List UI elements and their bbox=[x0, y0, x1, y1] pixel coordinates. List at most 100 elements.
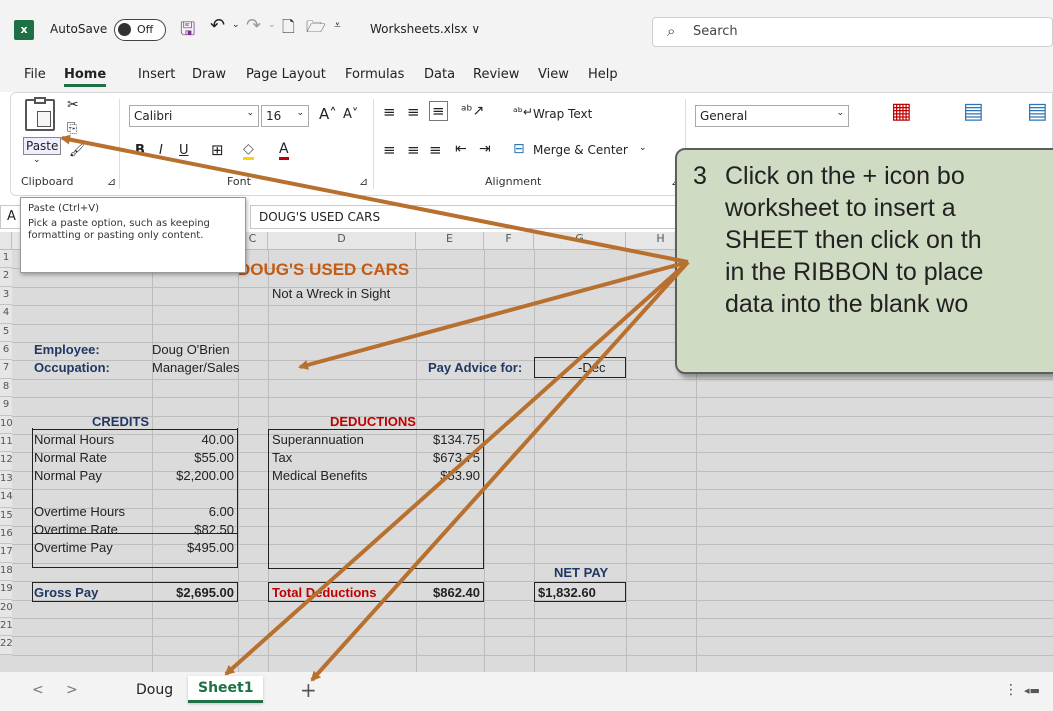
pay-advice-date: -Dec bbox=[578, 360, 606, 375]
font-launcher-icon[interactable]: ⊿ bbox=[359, 175, 368, 188]
bold-icon[interactable]: B bbox=[135, 143, 145, 158]
tab-data[interactable]: Data bbox=[424, 67, 455, 82]
cut-icon[interactable]: ✂ bbox=[67, 97, 79, 113]
orientation-icon[interactable]: ᵃᵇ↗ bbox=[461, 103, 484, 119]
customize-toolbar-icon[interactable]: ⩡ bbox=[334, 18, 341, 33]
sheet-tab-doug[interactable]: Doug bbox=[136, 682, 173, 698]
merge-center-button[interactable]: Merge & Center bbox=[533, 143, 628, 157]
format-painter-icon[interactable]: 🖌 bbox=[69, 143, 86, 158]
row-header-9[interactable]: 9 bbox=[0, 397, 12, 416]
row-header-11[interactable]: 11 bbox=[0, 434, 13, 453]
column-header-e[interactable]: E bbox=[416, 232, 484, 250]
paste-button[interactable]: Paste bbox=[23, 137, 62, 155]
redo-icon[interactable]: ↷ bbox=[246, 15, 261, 36]
paste-dropdown-icon[interactable]: ⌄ bbox=[33, 155, 41, 165]
row-header-5[interactable]: 5 bbox=[0, 323, 12, 342]
row-header-19[interactable]: 19 bbox=[0, 581, 13, 600]
row-header-1[interactable]: 1 bbox=[0, 250, 12, 269]
column-header-f[interactable]: F bbox=[484, 232, 534, 250]
font-color-icon[interactable]: A bbox=[279, 141, 289, 160]
tab-review[interactable]: Review bbox=[473, 67, 519, 82]
font-size-combo[interactable]: 16 ⌄ bbox=[261, 105, 309, 127]
next-sheet-button[interactable]: > bbox=[66, 682, 78, 698]
row-header-21[interactable]: 21 bbox=[0, 618, 13, 637]
cell-styles-icon[interactable]: ▤ bbox=[1027, 99, 1048, 124]
scroll-left-icon[interactable]: ◂▬ bbox=[1024, 684, 1040, 697]
save-icon[interactable]: 🖫 bbox=[180, 17, 195, 47]
row-header-15[interactable]: 15 bbox=[0, 507, 13, 526]
row-header-22[interactable]: 22 bbox=[0, 636, 13, 655]
select-all[interactable] bbox=[0, 232, 12, 250]
row-header-17[interactable]: 17 bbox=[0, 544, 13, 563]
row-header-20[interactable]: 20 bbox=[0, 599, 13, 618]
fill-color-icon[interactable]: ◇ bbox=[243, 141, 254, 160]
row-header-8[interactable]: 8 bbox=[0, 378, 12, 398]
row-header-4[interactable]: 4 bbox=[0, 305, 12, 324]
row-header-14[interactable]: 14 bbox=[0, 489, 13, 508]
tab-home[interactable]: Home bbox=[64, 67, 107, 87]
deduction-label: Medical Benefits bbox=[272, 468, 368, 483]
sheet-subtitle: Not a Wreck in Sight bbox=[272, 286, 391, 301]
add-sheet-button[interactable]: + bbox=[300, 678, 317, 702]
tab-formulas[interactable]: Formulas bbox=[345, 67, 404, 82]
row-header-13[interactable]: 13 bbox=[0, 470, 13, 490]
number-format-combo[interactable]: General ⌄ bbox=[695, 105, 849, 127]
column-header-g[interactable]: G bbox=[534, 232, 626, 250]
conditional-formatting-icon[interactable]: ▦ bbox=[891, 99, 912, 124]
row-header-7[interactable]: 7 bbox=[0, 360, 12, 379]
format-as-table-icon[interactable]: ▤ bbox=[963, 99, 984, 124]
align-bottom-icon[interactable]: ≡ bbox=[429, 101, 448, 121]
open-folder-icon[interactable]: 🗁 bbox=[306, 16, 326, 43]
tab-file[interactable]: File bbox=[24, 67, 46, 82]
formula-bar[interactable]: DOUG'S USED CARS bbox=[250, 205, 720, 229]
wrap-text-button[interactable]: Wrap Text bbox=[533, 107, 592, 121]
autosave-toggle[interactable]: Off bbox=[114, 19, 166, 41]
deductions-heading: DEDUCTIONS bbox=[330, 414, 416, 429]
row-header-10[interactable]: 10 bbox=[0, 415, 13, 434]
align-right-icon[interactable]: ≡ bbox=[429, 141, 442, 159]
tab-draw[interactable]: Draw bbox=[192, 67, 226, 82]
sheet-tab-sheet1[interactable]: Sheet1 bbox=[188, 676, 264, 703]
redo-dropdown-icon[interactable]: ⌄ bbox=[268, 20, 276, 30]
undo-dropdown-icon[interactable]: ⌄ bbox=[232, 20, 240, 30]
align-top-icon[interactable]: ≡ bbox=[383, 103, 396, 121]
italic-icon[interactable]: I bbox=[159, 143, 163, 158]
row-header-12[interactable]: 12 bbox=[0, 452, 13, 471]
borders-icon[interactable]: ⊞ bbox=[211, 141, 224, 159]
column-header-d[interactable]: D bbox=[268, 232, 416, 250]
new-file-icon[interactable]: 🗋 bbox=[282, 16, 295, 43]
underline-icon[interactable]: U bbox=[179, 143, 189, 158]
font-group-label: Font bbox=[227, 175, 251, 188]
paste-clipboard-icon[interactable] bbox=[25, 97, 55, 131]
align-middle-icon[interactable]: ≡ bbox=[407, 103, 420, 121]
align-center-icon[interactable]: ≡ bbox=[407, 141, 420, 159]
decrease-indent-icon[interactable]: ⇤ bbox=[455, 141, 467, 157]
occupation-value: Manager/Sales bbox=[152, 360, 240, 375]
prev-sheet-button[interactable]: < bbox=[32, 682, 44, 698]
tab-page-layout[interactable]: Page Layout bbox=[246, 67, 326, 82]
tab-insert[interactable]: Insert bbox=[138, 67, 175, 82]
tab-help[interactable]: Help bbox=[588, 67, 618, 82]
merge-dropdown-icon[interactable]: ⌄ bbox=[639, 143, 647, 153]
net-pay-value: $1,832.60 bbox=[538, 585, 596, 600]
increase-font-icon[interactable]: A˄ bbox=[319, 105, 337, 123]
row-header-18[interactable]: 18 bbox=[0, 562, 13, 582]
credit-label: Normal Rate bbox=[34, 450, 107, 465]
row-header-3[interactable]: 3 bbox=[0, 286, 12, 306]
decrease-font-icon[interactable]: A˅ bbox=[343, 107, 358, 122]
more-options-icon[interactable]: ⋮ bbox=[1004, 682, 1018, 698]
pay-advice-label: Pay Advice for: bbox=[428, 360, 523, 375]
search-box[interactable]: ⌕ Search bbox=[652, 17, 1053, 47]
row-header-16[interactable]: 16 bbox=[0, 526, 13, 545]
undo-icon[interactable]: ↶ bbox=[210, 15, 225, 36]
row-header-6[interactable]: 6 bbox=[0, 342, 12, 361]
row-header-2[interactable]: 2 bbox=[0, 268, 12, 287]
font-name-combo[interactable]: Calibri ⌄ bbox=[129, 105, 259, 127]
copy-icon[interactable]: ⎘ bbox=[67, 121, 77, 136]
increase-indent-icon[interactable]: ⇥ bbox=[479, 141, 491, 157]
search-input: Search bbox=[693, 24, 738, 39]
clipboard-launcher-icon[interactable]: ⊿ bbox=[107, 175, 116, 188]
filename[interactable]: Worksheets.xlsx ∨ bbox=[370, 22, 480, 36]
align-left-icon[interactable]: ≡ bbox=[383, 141, 396, 159]
tab-view[interactable]: View bbox=[538, 67, 569, 82]
